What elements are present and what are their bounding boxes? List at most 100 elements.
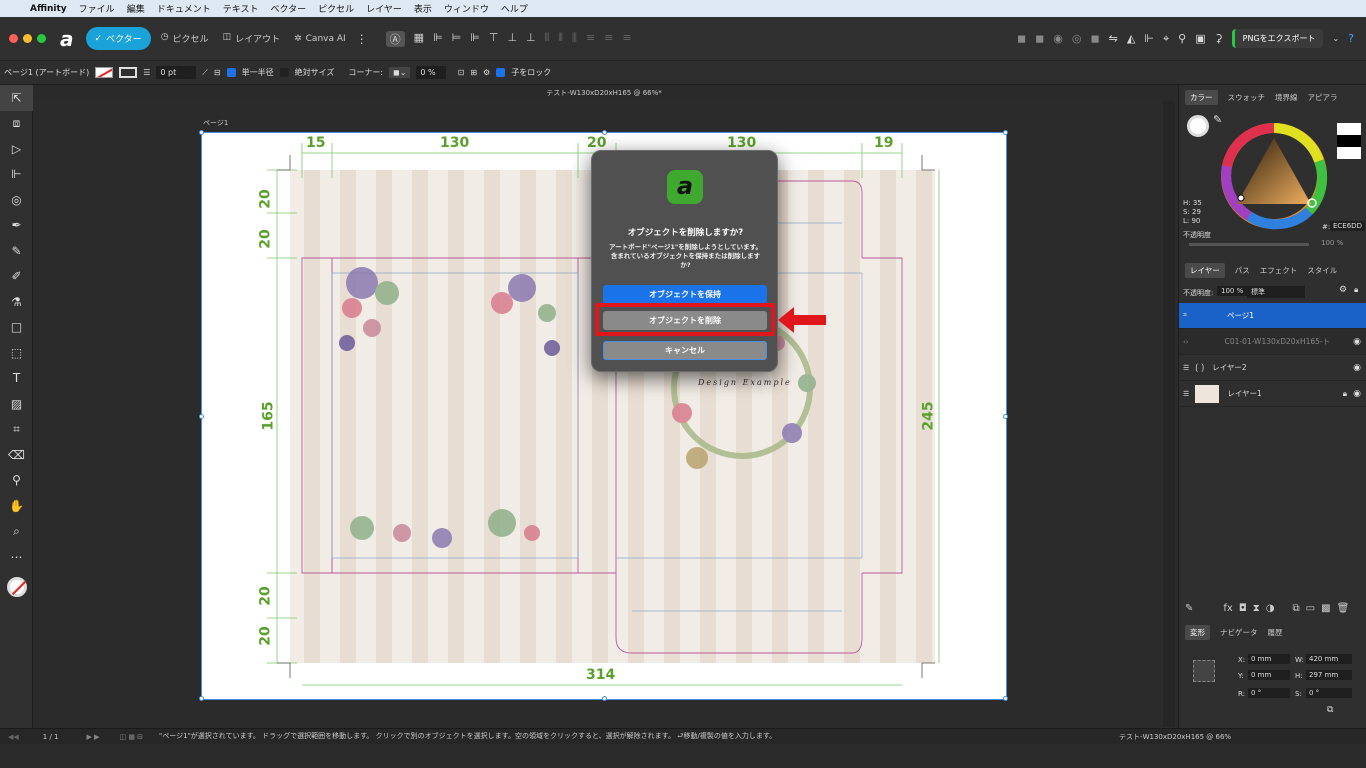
move-tool[interactable]: ⇱ [0,85,33,111]
corner-type-select[interactable]: ◼⌄ [389,67,411,78]
tab-paths[interactable]: パス [1235,265,1250,276]
y-field[interactable]: 0 mm [1248,670,1290,680]
expand-icon[interactable]: ‹› [1183,338,1189,346]
minimize-window-icon[interactable] [23,34,32,43]
layer-opacity-field[interactable]: 100 % [1217,286,1248,296]
corner-tool[interactable]: ⊩ [0,162,33,188]
zoom-tool[interactable]: ⌕ [0,519,33,545]
pen-tool[interactable]: ✒ [0,213,33,239]
handle-ml[interactable] [199,414,204,419]
canva-ai-button[interactable]: ✲ Canva AI [294,34,346,44]
menu-view[interactable]: 表示 [414,2,432,15]
persona-vector-button[interactable]: ✓ ベクター [85,27,151,50]
handle-bl[interactable] [199,696,204,701]
tab-effects[interactable]: エフェクト [1260,265,1298,276]
menu-pixel[interactable]: ピクセル [318,2,354,15]
visibility-eye-icon[interactable]: ◉ [1353,389,1361,399]
layer-locked-icon[interactable]: 🔒︎ [1343,389,1347,399]
align-center-icon[interactable]: ⊨ [452,31,462,47]
align-left-icon[interactable]: ⊫ [433,31,443,47]
fill-stroke-circle-icon[interactable] [1187,115,1209,137]
handle-tr[interactable] [1003,130,1008,135]
w-field[interactable]: 420 mm [1306,654,1352,664]
distribute-v-icon[interactable]: ⫴ [558,31,563,47]
handle-mr[interactable] [1003,414,1008,419]
handle-br[interactable] [1003,696,1008,701]
distribute-icon[interactable]: ⫼ [572,31,577,47]
align-more3-icon[interactable]: ≡ [622,31,631,47]
menu-layer[interactable]: レイヤー [366,2,402,15]
vertical-scrollbar[interactable] [1163,101,1175,727]
color-wheel[interactable] [1219,121,1329,231]
expand-icon[interactable]: ☰ [1183,364,1189,372]
layer-row-page1[interactable]: ⌗ ページ1 [1179,303,1366,329]
persona-layout-button[interactable]: ◫ レイアウト [223,32,281,45]
page-forward-icon[interactable]: ▶ ▶ [87,733,100,741]
tab-swatches[interactable]: スウォッチ [1228,92,1266,103]
adjustment-icon[interactable]: ⧗ [1253,603,1260,614]
pixel-layer-icon[interactable]: ▩ [1321,603,1330,614]
grid-options-icon[interactable]: ⊞ [470,68,477,77]
group-icon[interactable]: ▭ [1306,603,1315,614]
more-tools-icon[interactable]: ⋯ [0,544,33,570]
edit-layer-icon[interactable]: ✎ [1185,603,1193,614]
export-png-button[interactable]: PNGをエクスポート [1231,29,1324,48]
affinity-logo-icon[interactable]: a [60,27,74,51]
transform-options-icon[interactable]: ⧉ [1327,705,1333,715]
tab-navigator[interactable]: ナビゲータ [1220,627,1258,638]
boolean-xor-icon[interactable]: ◎ [1072,32,1082,45]
add-layer-icon[interactable]: ⧉ [1293,603,1300,614]
align-more2-icon[interactable]: ≡ [604,31,613,47]
tab-transform[interactable]: 変形 [1185,624,1210,640]
color-picker-tool[interactable]: ⚲ [0,468,33,494]
align-right-icon[interactable]: ⊫ [470,31,480,47]
handle-tl[interactable] [199,130,204,135]
mask-icon[interactable]: ◘ [1239,603,1247,614]
rectangle-tool[interactable]: □ [0,315,33,341]
visibility-eye-icon[interactable]: ◉ [1353,363,1361,373]
more-options-icon[interactable]: ⋮ [356,32,368,46]
stroke-pressure-icon[interactable]: ⟋ [202,68,208,78]
contrast-icon[interactable]: ◑ [1266,603,1275,614]
h-field[interactable]: 297 mm [1306,670,1352,680]
align-top-icon[interactable]: ⊤ [489,31,499,47]
layer-row-c01[interactable]: ‹› C01-01-W130xD20xH165-ト ◉ [1179,329,1366,355]
tab-styles[interactable]: スタイル [1307,265,1337,276]
keep-objects-button[interactable]: オブジェクトを保持 [603,285,767,304]
layer-row-layer1[interactable]: ☰ レイヤー1 🔒︎ ◉ [1179,381,1366,407]
view-mode-icon[interactable]: ▣ [1195,32,1205,45]
zoom-window-icon[interactable] [37,34,46,43]
menu-vector[interactable]: ベクター [270,2,306,15]
menu-affinity[interactable]: Affinity [30,4,67,14]
eraser-tool[interactable]: ⌫ [0,442,33,468]
tab-layers[interactable]: レイヤー [1185,262,1225,278]
boolean-divide-icon[interactable]: ◼ [1091,32,1100,45]
handle-bm[interactable] [602,696,607,701]
lock-children-checkbox[interactable] [496,68,506,77]
close-window-icon[interactable] [9,34,18,43]
help-icon[interactable]: ? [1348,32,1354,45]
flip-icon[interactable]: ⇋ [1109,32,1118,45]
text-frame-icon[interactable]: Ⓐ [385,30,405,47]
fx-icon[interactable]: fx [1223,603,1232,614]
menu-edit[interactable]: 編集 [127,2,145,15]
layer-row-layer2[interactable]: ☰ ⟮ ⟯ レイヤー2 ◉ [1179,355,1366,381]
layer-settings-icon[interactable]: ⚙ [1339,285,1347,295]
mirror-icon[interactable]: ◭ [1127,32,1135,45]
image-tool[interactable]: ▨ [0,391,33,417]
fill-stroke-swatch[interactable] [0,570,33,604]
expand-icon[interactable]: ⌗ [1183,311,1187,320]
text-tool[interactable]: T [0,366,33,392]
export-dropdown-icon[interactable]: ⌄ [1332,34,1339,43]
align-bottom-icon[interactable]: ⊥ [526,31,536,47]
hand-tool[interactable]: ✋ [0,493,33,519]
stroke-width-field[interactable]: 0 pt [156,66,197,79]
delete-layer-icon[interactable]: 🗑︎ [1337,603,1350,614]
align-stroke-icon[interactable]: ⊟ [214,68,221,77]
boolean-subtract-icon[interactable]: ◼ [1035,32,1044,45]
x-field[interactable]: 0 mm [1248,654,1290,664]
assistant-icon[interactable]: ⚳ [1215,32,1223,45]
tab-history[interactable]: 履歴 [1268,627,1283,638]
artboard-tool[interactable]: ⧈ [0,111,33,137]
pin-icon[interactable]: ⚲ [1178,32,1186,45]
